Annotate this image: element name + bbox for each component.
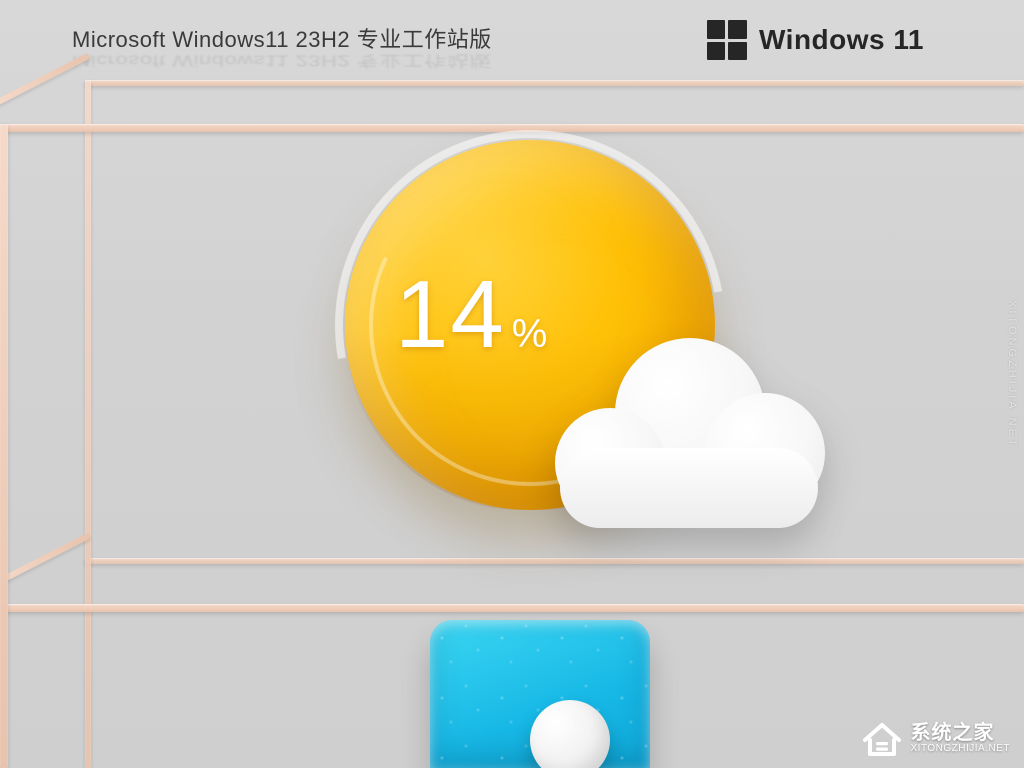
site-watermark: 系统之家 XITONGZHIJIA.NET [861, 720, 1011, 758]
house-icon [861, 720, 903, 758]
frame-bar [85, 80, 91, 768]
windows-logo-text: Windows 11 [759, 24, 924, 56]
frame-bar [0, 533, 90, 586]
windows-logo: Windows 11 [707, 20, 924, 60]
progress-value: 14 [395, 260, 506, 370]
frame-bar [0, 53, 90, 106]
side-watermark: XITONGZHIJIA.NET [1006, 300, 1018, 449]
product-title: Microsoft Windows11 23H2 专业工作站版 [72, 22, 492, 54]
frame-bar [0, 124, 8, 768]
watermark-url: XITONGZHIJIA.NET [911, 744, 1011, 755]
promo-canvas: Microsoft Windows11 23H2 专业工作站版 Microsof… [0, 0, 1024, 768]
windows-logo-icon [707, 20, 747, 60]
cloud-icon [560, 368, 820, 528]
product-title-reflection: Microsoft Windows11 23H2 专业工作站版 [72, 51, 492, 73]
progress-unit: % [512, 312, 548, 371]
frame-bar [0, 604, 1024, 612]
frame-bar [85, 558, 1024, 564]
frame-bar [85, 80, 1024, 86]
watermark-name: 系统之家 [911, 723, 1011, 744]
progress-label: 14 % [395, 260, 547, 371]
